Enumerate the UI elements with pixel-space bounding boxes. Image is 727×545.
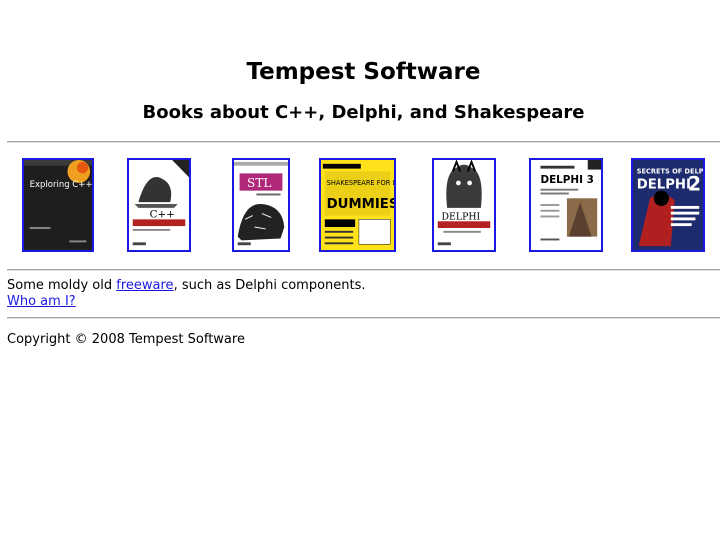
page-title: Tempest Software (246, 59, 481, 85)
book-cover-delphi-nutshell[interactable]: DELPHI (432, 158, 496, 252)
book-cover-stl[interactable]: STL (232, 158, 290, 252)
who-am-i-link[interactable]: Who am I? (7, 294, 76, 309)
svg-text:2: 2 (688, 174, 701, 196)
freeware-prefix: Some moldy old (7, 278, 117, 293)
book-covers-row: Exploring C++ C++ STL SHAKESPEARE FOR DU… (7, 143, 720, 269)
book-cover-secrets-delphi2[interactable]: SECRETS OF DELPHI 2 DELPHI 2 (631, 158, 705, 252)
book-cover-cpp-nutshell[interactable]: C++ (127, 158, 191, 252)
book-cover-exploring-cpp[interactable]: Exploring C++ (22, 158, 94, 252)
page-subtitle: Books about C++, Delphi, and Shakespeare (142, 102, 585, 123)
book-cover-shakespeare-dummies[interactable]: SHAKESPEARE FOR DUMMIES DUMMIES (319, 158, 396, 252)
cover-text: STL (247, 176, 271, 190)
cover-text: C++ (150, 208, 175, 220)
freeware-suffix: , such as Delphi components. (173, 278, 366, 293)
who-line: Who am I? (7, 294, 720, 310)
freeware-link[interactable]: freeware (116, 278, 173, 293)
svg-text:DUMMIES: DUMMIES (327, 197, 394, 212)
cover-text: DELPHI 3 (540, 174, 593, 186)
book-cover-hidden-paths-delphi3[interactable]: DELPHI 3 (529, 158, 603, 252)
cover-text: Exploring C++ (30, 180, 92, 190)
cover-text: SHAKESPEARE FOR DUMMIES (327, 179, 394, 187)
freeware-line: Some moldy old freeware, such as Delphi … (7, 278, 720, 294)
divider-bottom (7, 317, 720, 319)
divider-middle (7, 269, 720, 271)
cover-text: DELPHI (442, 211, 481, 222)
svg-text:DELPHI: DELPHI (637, 178, 691, 193)
copyright-notice: Copyright © 2008 Tempest Software (7, 332, 245, 347)
